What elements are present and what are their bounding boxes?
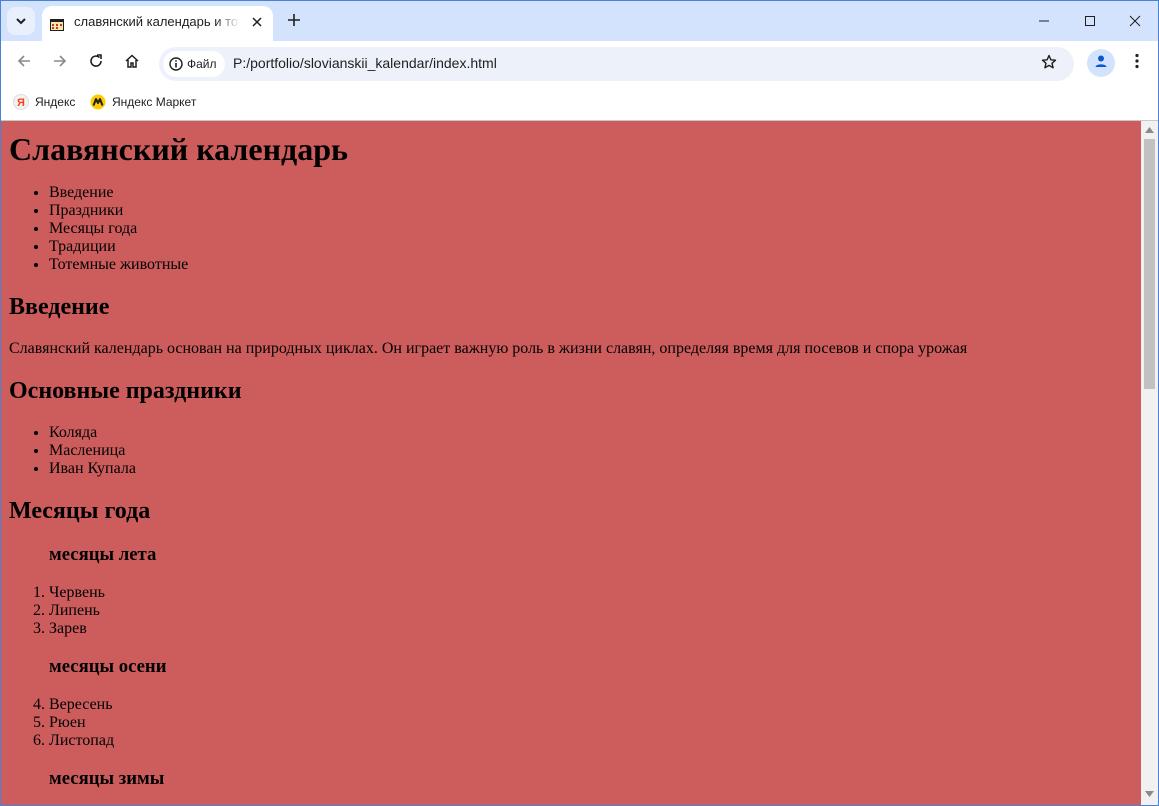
holidays-heading: Основные праздники (9, 378, 242, 404)
autumn-months-list: Вересень Рюен Листопад (9, 696, 1133, 750)
toolbar: Файл P:/portfolio/slovianskii_kalendar/i… (1, 41, 1158, 86)
months-heading: Месяцы года (9, 498, 151, 524)
yandex-market-logo-icon (90, 94, 106, 110)
site-info-label: Файл (187, 57, 217, 71)
winter-heading: месяцы зимы (49, 768, 165, 789)
holiday-item: Иван Купала (49, 460, 1133, 478)
nav-item: Введение (49, 184, 1133, 202)
home-icon (124, 53, 140, 73)
bookmark-star-button[interactable] (1037, 52, 1061, 76)
close-icon (1129, 12, 1141, 31)
nav-item: Месяцы года (49, 220, 1133, 238)
address-bar[interactable]: Файл P:/portfolio/slovianskii_kalendar/i… (159, 47, 1074, 81)
autumn-heading: месяцы осени (49, 656, 167, 677)
month-item: Липень (49, 602, 1133, 620)
arrow-right-icon (52, 53, 68, 73)
minimize-icon (1038, 12, 1050, 31)
vertical-scrollbar[interactable] (1141, 121, 1158, 805)
new-tab-button[interactable] (281, 8, 307, 34)
reload-button[interactable] (80, 47, 112, 79)
summer-heading: месяцы лета (49, 544, 157, 565)
home-button[interactable] (116, 47, 148, 79)
bookmarks-bar: Я Яндекс Яндекс Маркет (1, 86, 1158, 121)
reload-icon (88, 53, 104, 73)
star-icon (1041, 54, 1057, 74)
calendar-favicon-icon (50, 16, 64, 31)
chevron-down-icon (15, 12, 27, 31)
scroll-down-arrow-icon[interactable] (1145, 789, 1154, 798)
svg-text:Я: Я (17, 97, 25, 109)
summer-months-list: Червень Липень Зарев (9, 584, 1133, 638)
back-button[interactable] (8, 47, 40, 79)
month-item: Листопад (49, 732, 1133, 750)
nav-item: Тотемные животные (49, 256, 1133, 274)
holiday-item: Масленица (49, 442, 1133, 460)
scroll-up-arrow-icon[interactable] (1145, 125, 1154, 134)
tab-active[interactable]: славянский календарь и тотемные животные (42, 6, 273, 41)
tab-strip: славянский календарь и тотемные животные (1, 1, 1158, 41)
month-item: Зарев (49, 620, 1133, 638)
arrow-left-icon (16, 53, 32, 73)
scrollbar-thumb[interactable] (1144, 139, 1155, 389)
month-item: Вересень (49, 696, 1133, 714)
bookmark-label: Яндекс Маркет (112, 95, 197, 109)
tab-close-icon[interactable] (248, 13, 266, 31)
plus-icon (287, 12, 301, 31)
close-window-button[interactable] (1112, 1, 1158, 41)
browser-window: славянский календарь и тотемные животные (0, 0, 1159, 806)
url-text[interactable]: P:/portfolio/slovianskii_kalendar/index.… (233, 55, 497, 71)
maximize-icon (1084, 12, 1096, 31)
intro-paragraph: Славянский календарь основан на природны… (9, 340, 968, 357)
page-content: Славянский календарь Введение Праздники … (1, 131, 1141, 790)
more-vertical-icon (1135, 53, 1139, 73)
maximize-button[interactable] (1067, 1, 1113, 41)
profile-button[interactable] (1087, 49, 1115, 77)
site-info-chip[interactable]: Файл (163, 51, 225, 77)
tab-search-button[interactable] (7, 7, 35, 35)
page-title: Славянский календарь (9, 131, 348, 167)
tab-title: славянский календарь и тотемные животные (74, 14, 240, 29)
month-item: Червень (49, 584, 1133, 602)
bookmark-yandex-market[interactable]: Яндекс Маркет (90, 92, 196, 112)
person-icon (1093, 53, 1109, 73)
nav-item: Праздники (49, 202, 1133, 220)
month-item: Рюен (49, 714, 1133, 732)
page-viewport: Славянский календарь Введение Праздники … (1, 121, 1141, 805)
minimize-button[interactable] (1021, 1, 1067, 41)
nav-item: Традиции (49, 238, 1133, 256)
info-icon (169, 57, 183, 71)
bookmark-yandex[interactable]: Я Яндекс (13, 92, 75, 112)
yandex-logo-icon: Я (13, 94, 29, 110)
holiday-item: Коляда (49, 424, 1133, 442)
menu-button[interactable] (1123, 49, 1151, 77)
holidays-list: Коляда Масленица Иван Купала (9, 424, 1133, 478)
intro-heading: Введение (9, 294, 110, 320)
nav-list: Введение Праздники Месяцы года Традиции … (9, 184, 1133, 274)
bookmark-label: Яндекс (35, 95, 76, 109)
forward-button[interactable] (44, 47, 76, 79)
